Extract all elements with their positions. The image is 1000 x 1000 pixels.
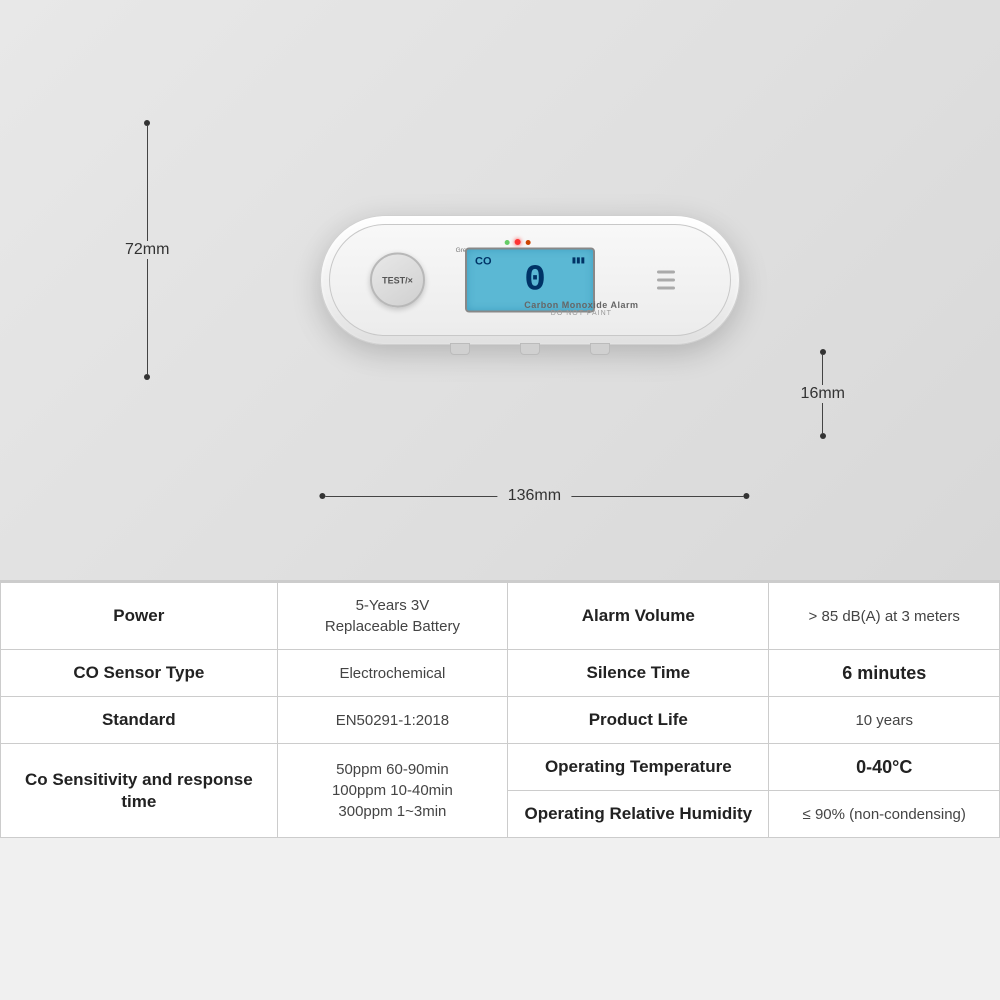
specs-table: Power 5-Years 3VReplaceable Battery Alar… [0,582,1000,838]
power-label: Power [1,583,278,650]
sensitivity-label: Co Sensitivity and response time [1,744,278,838]
table-row: Power 5-Years 3VReplaceable Battery Alar… [1,583,1000,650]
test-button-illustration: TEST/× [370,253,425,308]
specs-table-section: Power 5-Years 3VReplaceable Battery Alar… [0,580,1000,838]
op-temp-value: 0-40°C [769,744,1000,791]
standard-value: EN50291-1:2018 [277,697,508,744]
device-feet [450,343,610,355]
co-sensor-label: CO Sensor Type [1,650,278,697]
speaker-grille [657,271,675,290]
dimension-136: 136mm [319,487,749,505]
power-value: 5-Years 3VReplaceable Battery [277,583,508,650]
silence-time-label: Silence Time [508,650,769,697]
table-row: Co Sensitivity and response time 50ppm 6… [1,744,1000,791]
dimension-72: 72mm [125,120,169,380]
product-life-value: 10 years [769,697,1000,744]
device-label: Carbon Monoxide Alarm DO NOT PAINT [524,300,638,317]
product-life-label: Product Life [508,697,769,744]
device-section: 72mm TEST/× Green - Operate Yellow - Fau [0,0,1000,580]
table-row: CO Sensor Type Electrochemical Silence T… [1,650,1000,697]
standard-label: Standard [1,697,278,744]
alarm-volume-label: Alarm Volume [508,583,769,650]
alarm-volume-value: > 85 dB(A) at 3 meters [769,583,1000,650]
device-image: TEST/× Green - Operate Yellow - Fault Re… [320,215,740,345]
dimension-16: 16mm [801,349,845,439]
op-humidity-value: ≤ 90% (non-condensing) [769,791,1000,838]
op-temp-label: Operating Temperature [508,744,769,791]
table-row: Standard EN50291-1:2018 Product Life 10 … [1,697,1000,744]
silence-time-value: 6 minutes [769,650,1000,697]
op-humidity-label: Operating Relative Humidity [508,791,769,838]
co-sensor-value: Electrochemical [277,650,508,697]
sensitivity-value: 50ppm 60-90min100ppm 10-40min300ppm 1~3m… [277,744,508,838]
